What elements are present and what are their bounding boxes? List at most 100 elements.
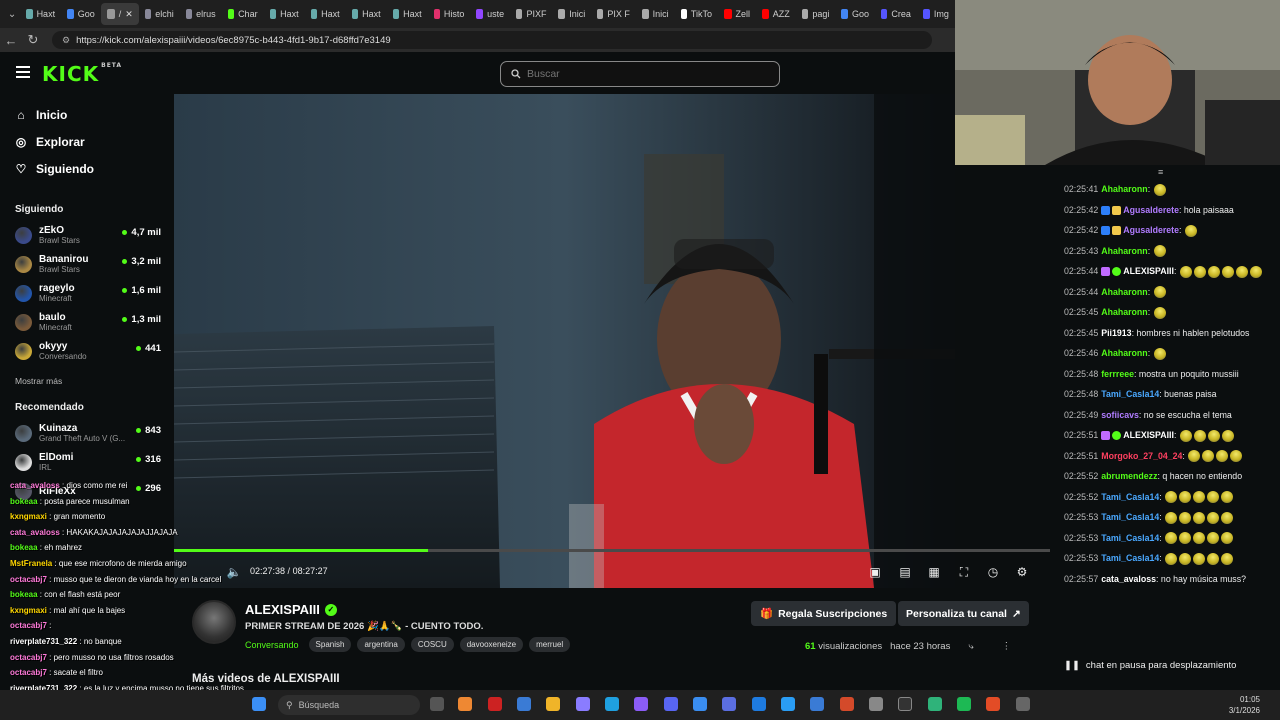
share-icon[interactable]: ⤷	[968, 641, 973, 652]
customize-channel-button[interactable]: Personaliza tu canal ↗	[898, 601, 1029, 626]
chat-message[interactable]: 02:25:52 abrumendezz: q hacen no entiendo	[1064, 470, 1272, 483]
sidebar-channel[interactable]: zEkO Brawl Stars 4,7 mil	[0, 221, 174, 250]
chat-username[interactable]: Morgoko_27_04_24	[1101, 451, 1182, 461]
chat-message[interactable]: 02:25:49 sofiicavs: no se escucha el tema	[1064, 409, 1272, 422]
gift-subs-button[interactable]: 🎁 Regala Suscripciones	[751, 601, 897, 626]
discord-icon[interactable]	[664, 697, 678, 711]
search-box[interactable]	[500, 61, 780, 87]
chat-message[interactable]: 02:25:48 Tami_Casla14: buenas paisa	[1064, 388, 1272, 401]
chat-username[interactable]: ferrreee	[1101, 369, 1134, 379]
nav-explorar[interactable]: ◎ Explorar	[0, 128, 174, 155]
chat-message[interactable]: 02:25:42 Agusalderete: hola paisaaa	[1064, 204, 1272, 217]
windows-start-icon[interactable]	[252, 697, 266, 711]
tag-pill[interactable]: argentina	[357, 637, 405, 652]
chat-message[interactable]: 02:25:52 Tami_Casla14:	[1064, 491, 1272, 504]
browser-tab[interactable]: TikTo	[675, 3, 718, 25]
chat-message[interactable]: 02:25:44 ALEXISPAIII:	[1064, 265, 1272, 278]
miniplayer-icon[interactable]: ▣	[867, 564, 883, 580]
pen-icon[interactable]	[576, 697, 590, 711]
reload-icon[interactable]: ↻	[22, 32, 44, 48]
browser-tab[interactable]: elchi	[139, 3, 180, 25]
chat-message[interactable]: 02:25:53 Tami_Casla14:	[1064, 532, 1272, 545]
app-icon[interactable]	[1016, 697, 1030, 711]
chat-username[interactable]: Tami_Casla14	[1101, 492, 1159, 502]
fullscreen-icon[interactable]: ⛶	[956, 564, 972, 580]
chat-message[interactable]: 02:25:53 Tami_Casla14:	[1064, 511, 1272, 524]
chat-message[interactable]: 02:25:51 ALEXISPAIII:	[1064, 429, 1272, 442]
opera-icon[interactable]	[488, 697, 502, 711]
chat-username[interactable]: abrumendezz	[1101, 471, 1157, 481]
address-bar[interactable]: ⚙ https://kick.com/alexispaiii/videos/6e…	[52, 31, 932, 49]
chat-message[interactable]: 02:25:57 cata_avaloss: no hay música muss…	[1064, 573, 1272, 586]
browser-tab[interactable]: AZZ	[756, 3, 796, 25]
browser-tab[interactable]: Zell	[718, 3, 756, 25]
hamburger-menu-icon[interactable]	[16, 66, 30, 78]
tag-pill[interactable]: COSCU	[410, 637, 454, 652]
sidebar-channel[interactable]: Kuinaza Grand Theft Auto V (G... 843	[0, 419, 174, 448]
chat-username[interactable]: Tami_Casla14	[1101, 512, 1159, 522]
chat-username[interactable]: Pii1913	[1101, 328, 1131, 338]
browser-tab[interactable]: Inici	[552, 3, 591, 25]
browser-tab[interactable]: Haxt	[20, 3, 61, 25]
chat-message[interactable]: 02:25:45 Pii1913: hombres ni hablen pelot…	[1064, 327, 1272, 340]
show-more-link[interactable]: Mostrar más	[0, 376, 174, 386]
chrome-icon[interactable]	[986, 697, 1000, 711]
browser-tab[interactable]: elrus	[180, 3, 222, 25]
app-icon[interactable]	[722, 697, 736, 711]
kick-logo[interactable]: KICK BETA	[42, 62, 122, 86]
sidebar-channel[interactable]: ElDomi IRL 316	[0, 448, 174, 477]
chat-username[interactable]: Tami_Casla14	[1101, 533, 1159, 543]
tab-close-icon[interactable]: ✕	[125, 9, 133, 20]
sidebar-channel[interactable]: rageylo Minecraft 1,6 mil	[0, 279, 174, 308]
chat-message[interactable]: 02:25:48 ferrreee: mostra un poquito muss…	[1064, 368, 1272, 381]
vpn-icon[interactable]	[634, 697, 648, 711]
file-explorer-icon[interactable]	[546, 697, 560, 711]
browser-tab[interactable]: Haxt	[346, 3, 387, 25]
browser-tab[interactable]: Goo	[835, 3, 875, 25]
chat-username[interactable]: ALEXISPAIII	[1123, 430, 1174, 440]
speed-icon[interactable]: ◷	[985, 564, 1001, 580]
chat-collapse-icon[interactable]: ≡	[1158, 167, 1163, 177]
app-icon[interactable]	[928, 697, 942, 711]
browser-tab[interactable]: Haxt	[387, 3, 428, 25]
sidebar-channel[interactable]: Bananirou Brawl Stars 3,2 mil	[0, 250, 174, 279]
sidebar-channel[interactable]: okyyy Conversando 441	[0, 337, 174, 366]
chat-username[interactable]: Ahaharonn	[1101, 184, 1147, 194]
chat-message[interactable]: 02:25:43 Ahaharonn:	[1064, 245, 1272, 258]
browser-tab[interactable]: Char	[222, 3, 264, 25]
clip-icon[interactable]: ▤	[897, 564, 913, 580]
chat-username[interactable]: ALEXISPAIII	[1123, 266, 1174, 276]
browser-tab[interactable]: Crea	[875, 3, 917, 25]
browser-tab[interactable]: PIXF	[510, 3, 552, 25]
taskbar-search[interactable]: ⚲ Búsqueda	[278, 695, 420, 715]
chat-username[interactable]: Agusalderete	[1123, 225, 1179, 235]
chat-username[interactable]: Ahaharonn	[1101, 246, 1147, 256]
chat-username[interactable]: Ahaharonn	[1101, 307, 1147, 317]
tag-pill[interactable]: merruel	[529, 637, 571, 652]
settings-icon[interactable]	[869, 697, 883, 711]
chat-message[interactable]: 02:25:45 Ahaharonn:	[1064, 306, 1272, 319]
chat-message[interactable]: 02:25:44 Ahaharonn:	[1064, 286, 1272, 299]
site-info-icon[interactable]: ⚙	[62, 35, 70, 46]
copilot-icon[interactable]	[458, 697, 472, 711]
app-icon[interactable]	[810, 697, 824, 711]
task-view-icon[interactable]	[430, 697, 444, 711]
chat-username[interactable]: Ahaharonn	[1101, 348, 1147, 358]
settings-gear-icon[interactable]: ⚙	[1014, 564, 1030, 580]
app-c-icon[interactable]	[693, 697, 707, 711]
app-icon[interactable]	[840, 697, 854, 711]
browser-tab[interactable]: / ✕	[100, 3, 139, 25]
chat-message[interactable]: 02:25:42 Agusalderete:	[1064, 224, 1272, 237]
chat-username[interactable]: Tami_Casla14	[1101, 389, 1159, 399]
browser-tab[interactable]: uste	[470, 3, 510, 25]
tag-pill[interactable]: davooxeneize	[459, 637, 524, 652]
chat-paused-banner[interactable]: ❚❚ chat en pausa para desplazamiento	[1064, 660, 1264, 671]
chat-username[interactable]: Tami_Casla14	[1101, 553, 1159, 563]
chat-username[interactable]: cata_avaloss	[1101, 574, 1156, 584]
chat-username[interactable]: sofiicavs	[1101, 410, 1139, 420]
notepad-icon[interactable]	[781, 697, 795, 711]
theater-mode-icon[interactable]: ▦	[926, 564, 942, 580]
search-input[interactable]	[527, 68, 767, 80]
browser-tab[interactable]: PIX F	[591, 3, 636, 25]
chat-username[interactable]: Ahaharonn	[1101, 287, 1147, 297]
